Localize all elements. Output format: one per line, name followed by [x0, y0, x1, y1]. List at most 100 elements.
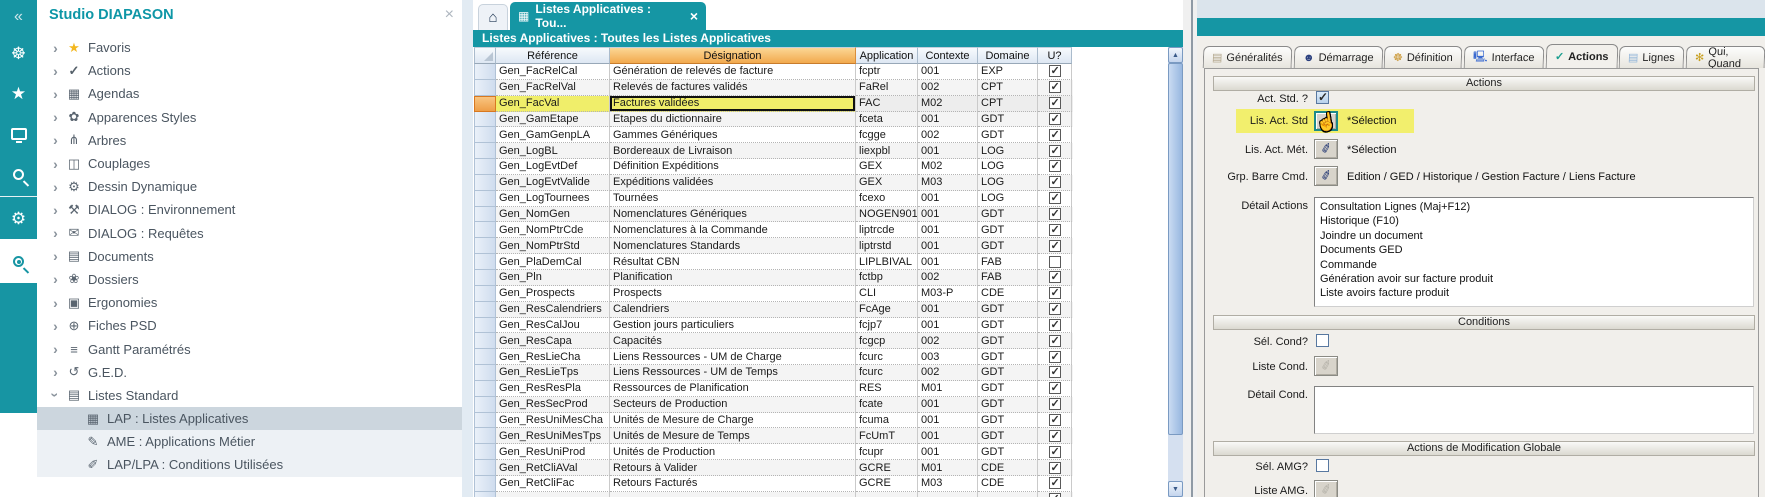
row-selector[interactable] [474, 318, 496, 334]
chevron-right-icon[interactable] [47, 295, 64, 311]
used-checkbox[interactable] [1049, 319, 1061, 331]
act-std-checkbox[interactable] [1316, 91, 1329, 104]
table-row[interactable]: Gen_ResCalendriers Calendriers FcAge 001… [474, 302, 1073, 318]
row-selector[interactable] [474, 112, 496, 128]
cell-application[interactable]: CLI [856, 286, 918, 302]
cell-reference[interactable]: Gen_ResUniProd [496, 444, 610, 460]
cell-domaine[interactable]: CDE [978, 286, 1038, 302]
table-row[interactable]: Gen_Prospects Prospects CLI M03-P CDE [474, 286, 1073, 302]
used-checkbox[interactable] [1049, 256, 1061, 268]
properties-tab[interactable]: 🖳 Interface [1464, 46, 1544, 68]
cell-contexte[interactable]: 002 [918, 333, 978, 349]
cell-designation[interactable]: Bordereaux de Livraison [610, 143, 856, 159]
cell-reference[interactable] [496, 492, 610, 497]
row-selector[interactable] [474, 175, 496, 191]
cell-designation[interactable]: Gestion jours particuliers [610, 318, 856, 334]
row-selector[interactable] [474, 397, 496, 413]
column-header-reference[interactable]: Référence [496, 47, 610, 64]
cell-used[interactable] [1038, 191, 1072, 207]
cell-application[interactable]: FAC [856, 96, 918, 112]
tree-item[interactable]: ↺ G.E.D. [37, 361, 462, 384]
used-checkbox[interactable] [1049, 414, 1061, 426]
row-selector[interactable] [474, 80, 496, 96]
cell-contexte[interactable]: M03 [918, 476, 978, 492]
tree-item[interactable]: ✉ DIALOG : Requêtes [37, 222, 462, 245]
cell-application[interactable]: FcAge [856, 302, 918, 318]
table-row[interactable]: Gen_FacRelVal Relevés de factures validé… [474, 80, 1073, 96]
tree-item[interactable]: ⚒ DIALOG : Environnement [37, 198, 462, 221]
chevron-right-icon[interactable] [47, 364, 64, 380]
cell-contexte[interactable]: 001 [918, 318, 978, 334]
sidebar-close-button[interactable]: × [445, 8, 454, 22]
cell-used[interactable] [1038, 444, 1072, 460]
cell-contexte[interactable]: 001 [918, 143, 978, 159]
cell-domaine[interactable]: LOG [978, 159, 1038, 175]
used-checkbox[interactable] [1049, 208, 1061, 220]
used-checkbox[interactable] [1049, 240, 1061, 252]
cell-domaine[interactable]: CPT [978, 80, 1038, 96]
cell-contexte[interactable]: 001 [918, 413, 978, 429]
used-checkbox[interactable] [1049, 398, 1061, 410]
cell-designation[interactable]: Expéditions validées [610, 175, 856, 191]
cell-domaine[interactable]: CDE [978, 460, 1038, 476]
table-row[interactable]: Gen_LogBL Bordereaux de Livraison liexpb… [474, 143, 1073, 159]
table-row[interactable]: Gen_ResSecProd Secteurs de Production fc… [474, 397, 1073, 413]
cell-reference[interactable]: Gen_RetCliFac [496, 476, 610, 492]
cell-application[interactable]: fcurc [856, 349, 918, 365]
row-selector[interactable] [474, 96, 496, 112]
cell-contexte[interactable]: 003 [918, 349, 978, 365]
cell-used[interactable] [1038, 413, 1072, 429]
cell-used[interactable] [1038, 222, 1072, 238]
column-header-application[interactable]: Application [856, 47, 918, 64]
cell-designation[interactable]: Unités de Production [610, 444, 856, 460]
tree-item[interactable]: ⋔ Arbres [37, 129, 462, 152]
tab-close-icon[interactable]: × [690, 8, 698, 24]
chevron-right-icon[interactable] [47, 225, 64, 241]
cell-reference[interactable]: Gen_LogEvtValide [496, 175, 610, 191]
cell-used[interactable] [1038, 492, 1072, 497]
row-selector[interactable] [474, 286, 496, 302]
panel-splitter[interactable] [1183, 0, 1197, 497]
cell-reference[interactable]: Gen_FacRelCal [496, 64, 610, 80]
cell-domaine[interactable]: EXP [978, 64, 1038, 80]
cell-used[interactable] [1038, 159, 1072, 175]
chevron-right-icon[interactable] [47, 132, 64, 148]
tree-item[interactable]: ⊕ Fiches PSD [37, 314, 462, 337]
cell-contexte[interactable] [918, 492, 978, 497]
chevron-right-icon[interactable] [47, 179, 64, 195]
cell-used[interactable] [1038, 270, 1072, 286]
cell-designation[interactable] [610, 492, 856, 497]
cell-domaine[interactable]: GDT [978, 397, 1038, 413]
cell-domaine[interactable] [978, 492, 1038, 497]
used-checkbox[interactable] [1049, 129, 1061, 141]
used-checkbox[interactable] [1049, 493, 1061, 497]
column-header-designation[interactable]: Désignation [610, 47, 856, 64]
cell-designation[interactable]: Factures validées [610, 96, 856, 112]
cell-contexte[interactable]: M03 [918, 175, 978, 191]
row-selector[interactable] [474, 207, 496, 223]
cell-designation[interactable]: Définition Expéditions [610, 159, 856, 175]
cell-application[interactable]: fceta [856, 112, 918, 128]
cell-used[interactable] [1038, 333, 1072, 349]
used-checkbox[interactable] [1049, 81, 1061, 93]
properties-tab[interactable]: ☸ Définition [1384, 46, 1463, 68]
row-selector[interactable] [474, 428, 496, 444]
used-checkbox[interactable] [1049, 160, 1061, 172]
home-tab[interactable]: ⌂ [478, 4, 508, 30]
cell-reference[interactable]: Gen_ResUniMesTps [496, 428, 610, 444]
cell-reference[interactable]: Gen_LogEvtDef [496, 159, 610, 175]
table-row[interactable]: Gen_ResUniMesCha Unités de Mesure de Cha… [474, 413, 1073, 429]
used-checkbox[interactable] [1049, 65, 1061, 77]
cell-designation[interactable]: Tournées [610, 191, 856, 207]
cell-reference[interactable]: Gen_PlaDemCal [496, 254, 610, 270]
liste-cond-select-button[interactable]: ✐ [1314, 356, 1338, 376]
lis-act-met-select-button[interactable]: ✐ [1314, 139, 1338, 159]
rail-helm-button[interactable]: ☸ [0, 34, 37, 74]
scrollbar-thumb[interactable] [1168, 63, 1183, 435]
table-row[interactable]: Gen_NomGen Nomenclatures Génériques NOGE… [474, 207, 1073, 223]
used-checkbox[interactable] [1049, 176, 1061, 188]
chevron-right-icon[interactable] [47, 248, 64, 264]
cell-contexte[interactable]: 001 [918, 207, 978, 223]
tree-item[interactable]: ✓ Actions [37, 59, 462, 82]
column-header-u[interactable]: U? [1038, 47, 1072, 64]
